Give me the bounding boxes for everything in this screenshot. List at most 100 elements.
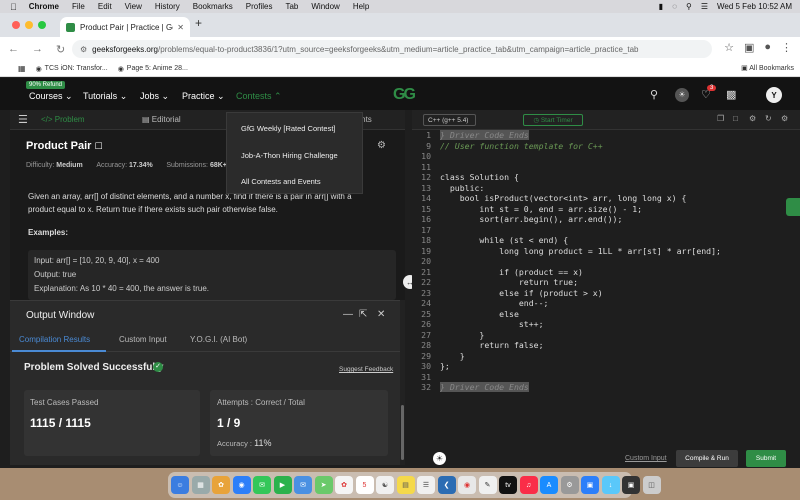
- control-center-icon[interactable]: ☰: [701, 2, 708, 11]
- tab-editorial[interactable]: ▤ Editorial: [142, 115, 181, 124]
- music-icon[interactable]: ♫: [519, 476, 538, 494]
- extensions-icon[interactable]: ▣: [744, 41, 754, 54]
- theme-icon[interactable]: ☀: [433, 452, 446, 465]
- nav-jobs[interactable]: Jobs ⌄: [140, 91, 169, 102]
- expand-icon[interactable]: ⇱: [359, 309, 367, 320]
- code-line[interactable]: return true;: [440, 277, 578, 287]
- start-timer-button[interactable]: ◷ Start Timer: [523, 114, 583, 126]
- dropdown-item-job-a-thon[interactable]: Job-A-Thon Hiring Challenge: [241, 151, 338, 160]
- mail-icon[interactable]: ✉: [294, 476, 312, 494]
- avatar[interactable]: Y: [766, 87, 782, 103]
- theme-toggle-icon[interactable]: ☀: [675, 88, 689, 102]
- tab-custom-input[interactable]: Custom Input: [119, 335, 167, 344]
- bookmark-anime[interactable]: ◉ Page 5: Anime 28...: [118, 65, 188, 73]
- submit-button[interactable]: Submit: [746, 450, 786, 467]
- reminders-icon[interactable]: ☰: [417, 476, 435, 494]
- bug-report-icon[interactable]: ⚙: [377, 140, 386, 151]
- address-bar[interactable]: ⚙ geeksforgeeks.org/problems/equal-to-pr…: [72, 40, 712, 58]
- freeform-icon[interactable]: ✎: [478, 476, 497, 494]
- nav-tutorials[interactable]: Tutorials ⌄: [83, 91, 127, 102]
- calendar-icon[interactable]: 5: [355, 476, 374, 494]
- code-line[interactable]: } Driver Code Ends: [440, 382, 529, 392]
- menu-clock[interactable]: Wed 5 Feb 10:52 AM: [717, 2, 792, 11]
- apple-tv-icon[interactable]: tv: [499, 476, 517, 494]
- screenshot-icon[interactable]: ▣: [622, 476, 640, 494]
- code-line[interactable]: }: [440, 330, 484, 340]
- code-line[interactable]: end--;: [440, 298, 549, 308]
- nav-courses[interactable]: Courses ⌄: [29, 91, 73, 102]
- messages-icon[interactable]: ✉: [253, 476, 271, 494]
- translate-icon[interactable]: ▩: [726, 88, 736, 101]
- downloads-icon[interactable]: ↓: [601, 476, 620, 494]
- minimize-icon[interactable]: —: [343, 309, 353, 320]
- chrome-icon[interactable]: ◉: [458, 476, 476, 494]
- menu-help[interactable]: Help: [353, 2, 369, 11]
- dropdown-item-gfg-weekly[interactable]: GfG Weekly [Rated Contest]: [241, 124, 335, 133]
- menu-window[interactable]: Window: [311, 2, 339, 11]
- all-bookmarks[interactable]: ▣ All Bookmarks: [741, 64, 794, 72]
- system-settings-icon[interactable]: ⚙: [560, 476, 579, 494]
- preview-icon[interactable]: ▣: [581, 476, 599, 494]
- menu-view[interactable]: View: [125, 2, 142, 11]
- tab-problem[interactable]: </> Problem: [41, 115, 85, 124]
- apple-icon[interactable]: : [10, 2, 17, 12]
- code-line[interactable]: class Solution {: [440, 172, 519, 182]
- launchpad-icon[interactable]: ▦: [191, 476, 210, 494]
- custom-input-link[interactable]: Custom Input: [625, 455, 667, 462]
- minimize-window-icon[interactable]: [25, 21, 33, 29]
- output-scroll-thumb[interactable]: [401, 405, 404, 460]
- code-line[interactable]: while (st < end) {: [440, 235, 568, 245]
- search-icon[interactable]: ⚲: [650, 88, 658, 101]
- contacts-icon[interactable]: ☯: [376, 476, 394, 494]
- code-line[interactable]: // User function template for C++: [440, 141, 603, 151]
- maximize-editor-icon[interactable]: □: [733, 114, 738, 123]
- menu-history[interactable]: History: [155, 2, 180, 11]
- code-line[interactable]: long long product = 1LL * arr[st] * arr[…: [440, 246, 721, 256]
- new-tab-icon[interactable]: +: [195, 16, 202, 30]
- code-line[interactable]: public:: [440, 183, 485, 193]
- hamburger-menu-icon[interactable]: ☰: [18, 113, 28, 126]
- refund-badge[interactable]: 90% Refund: [26, 81, 66, 89]
- code-line[interactable]: else if (product > x): [440, 288, 603, 298]
- browser-tab[interactable]: Product Pair | Practice | Geek ✕: [60, 17, 190, 37]
- wifi-icon[interactable]: ◌: [672, 2, 677, 11]
- app-store-icon[interactable]: A: [540, 476, 558, 494]
- maximize-window-icon[interactable]: [38, 21, 46, 29]
- compile-run-button[interactable]: Compile & Run: [676, 450, 738, 467]
- code-line[interactable]: return false;: [440, 340, 543, 350]
- code-line[interactable]: }: [440, 351, 465, 361]
- search-icon[interactable]: ⚲: [686, 2, 692, 11]
- site-info-icon[interactable]: ⚙: [80, 45, 87, 54]
- tab-yogi-ai-bot[interactable]: Y.O.G.I. (AI Bot): [190, 335, 247, 344]
- close-window-icon[interactable]: [12, 21, 20, 29]
- suggest-feedback-link[interactable]: Suggest Feedback: [339, 366, 393, 373]
- bookmark-star-icon[interactable]: ☆: [724, 41, 734, 54]
- facetime-icon[interactable]: ▶: [273, 476, 292, 494]
- apps-grid-icon[interactable]: ▦: [18, 64, 26, 73]
- profile-icon[interactable]: ●: [764, 41, 771, 54]
- reload-icon[interactable]: ↻: [56, 43, 65, 56]
- trash-icon[interactable]: ◫: [642, 476, 661, 494]
- safari-icon[interactable]: ◉: [232, 476, 251, 494]
- chrome-menu-icon[interactable]: ⋮: [781, 41, 792, 54]
- tab-compilation-results[interactable]: Compilation Results: [19, 335, 90, 344]
- code-line[interactable]: bool isProduct(vector<int> arr, long lon…: [440, 193, 687, 203]
- settings-icon[interactable]: ⚙: [749, 114, 756, 123]
- code-line[interactable]: sort(arr.begin(), arr.end());: [440, 214, 622, 224]
- code-line[interactable]: if (product == x): [440, 267, 583, 277]
- bookmark-tcs[interactable]: ◉ TCS iON: Transfor...: [36, 65, 108, 73]
- code-line[interactable]: };: [440, 361, 450, 371]
- battery-icon[interactable]: ▮: [659, 2, 663, 11]
- nav-practice[interactable]: Practice ⌄: [182, 91, 225, 102]
- menu-tab[interactable]: Tab: [285, 2, 298, 11]
- vscode-icon[interactable]: ❮: [437, 476, 456, 494]
- gfg-logo[interactable]: GG: [393, 86, 416, 104]
- menu-file[interactable]: File: [72, 2, 85, 11]
- finder-icon[interactable]: ☺: [171, 476, 189, 494]
- menu-profiles[interactable]: Profiles: [246, 2, 273, 11]
- code-line[interactable]: st++;: [440, 319, 544, 329]
- editor-settings-icon[interactable]: ⚙: [781, 114, 788, 123]
- back-icon[interactable]: ←: [8, 43, 19, 55]
- menu-edit[interactable]: Edit: [98, 2, 112, 11]
- code-line[interactable]: else: [440, 309, 519, 319]
